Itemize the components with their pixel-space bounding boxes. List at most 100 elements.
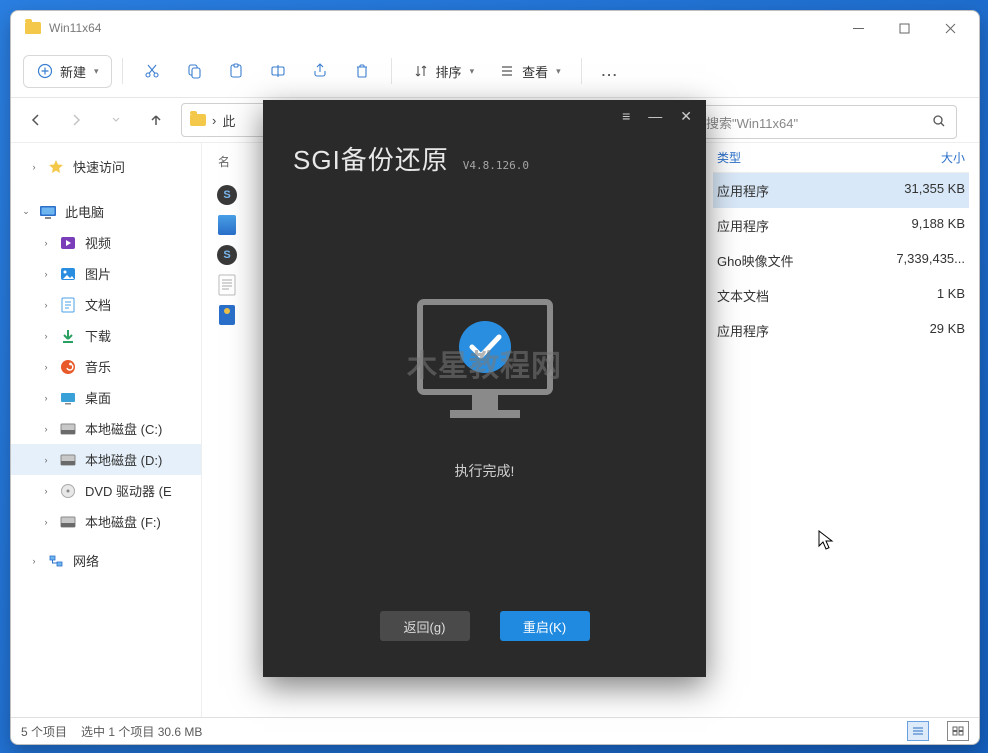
chevron-down-icon: ▾ (556, 66, 561, 77)
back-button[interactable]: 返回(g) (380, 611, 470, 641)
up-button[interactable] (141, 105, 171, 135)
sidebar-item[interactable]: ›音乐 (11, 351, 201, 382)
details-view-button[interactable] (907, 721, 929, 741)
paste-button[interactable] (217, 56, 255, 86)
star-icon (47, 159, 65, 175)
restart-button[interactable]: 重启(K) (500, 611, 590, 641)
plus-icon (36, 62, 54, 80)
back-button[interactable] (21, 105, 51, 135)
sidebar-item[interactable]: ›文档 (11, 289, 201, 320)
view-button[interactable]: 查看▾ (488, 56, 571, 87)
scissors-icon (143, 62, 161, 80)
sidebar-item[interactable]: ›本地磁盘 (D:) (11, 444, 201, 475)
sidebar-item[interactable]: ›桌面 (11, 382, 201, 413)
chevron-right-icon: › (41, 300, 51, 310)
new-button[interactable]: 新建 ▾ (23, 55, 112, 88)
item-icon (59, 452, 77, 468)
paste-icon (227, 62, 245, 80)
sidebar-item[interactable]: ›视频 (11, 227, 201, 258)
sidebar-item[interactable]: ›本地磁盘 (F:) (11, 506, 201, 537)
column-header-name[interactable]: 名 (216, 149, 230, 176)
item-icon (59, 235, 77, 251)
close-button[interactable] (927, 12, 973, 44)
network-icon (47, 553, 65, 569)
search-input[interactable]: 搜索"Win11x64" (695, 105, 957, 139)
recent-dropdown[interactable] (101, 105, 131, 135)
thumbs-view-button[interactable] (947, 721, 969, 741)
file-icon-app[interactable] (216, 214, 238, 236)
sidebar-network[interactable]: ›网络 (11, 545, 201, 576)
maximize-button[interactable] (881, 12, 927, 44)
chevron-right-icon: › (41, 517, 51, 527)
table-row[interactable]: 应用程序31,355 KB (713, 173, 969, 208)
item-icon (59, 421, 77, 437)
delete-button[interactable] (343, 56, 381, 86)
chevron-right-icon: › (41, 393, 51, 403)
sidebar-this-pc[interactable]: ⌄此电脑 (11, 196, 201, 227)
table-row[interactable]: 应用程序29 KB (713, 313, 969, 348)
status-text: 执行完成! (455, 461, 515, 481)
trash-icon (353, 62, 371, 80)
forward-button[interactable] (61, 105, 91, 135)
more-button[interactable]: ... (592, 58, 629, 85)
monitor-graphic: 木星教程网 (400, 292, 570, 435)
dialog-menu-button[interactable]: ≡ (622, 108, 630, 124)
file-icon-gho[interactable]: S (216, 244, 238, 266)
item-icon (59, 266, 77, 282)
rename-icon (269, 62, 287, 80)
sidebar: ›快速访问 ⌄此电脑 ›视频›图片›文档›下载›音乐›桌面›本地磁盘 (C:)›… (11, 143, 202, 717)
item-icon (59, 390, 77, 406)
table-row[interactable]: 应用程序9,188 KB (713, 208, 969, 243)
column-headers[interactable]: 类型 大小 (713, 143, 969, 173)
chevron-right-icon: › (29, 162, 39, 172)
header-size[interactable]: 大小 (879, 149, 965, 166)
minimize-button[interactable] (835, 12, 881, 44)
file-icon-text[interactable] (216, 274, 238, 296)
dialog-close-button[interactable]: ✕ (680, 108, 692, 125)
share-button[interactable] (301, 56, 339, 86)
breadcrumb-sep: › (212, 113, 216, 128)
chevron-right-icon: › (41, 331, 51, 341)
status-bar: 5 个项目 选中 1 个项目 30.6 MB (11, 717, 979, 744)
table-row[interactable]: Gho映像文件7,339,435... (713, 243, 969, 278)
sidebar-item[interactable]: ›DVD 驱动器 (E (11, 475, 201, 506)
sort-button[interactable]: 排序▾ (402, 56, 485, 87)
chevron-right-icon: › (41, 362, 51, 372)
pc-icon (39, 204, 57, 220)
chevron-right-icon: › (29, 556, 39, 566)
chevron-down-icon: ▾ (470, 66, 475, 77)
header-type[interactable]: 类型 (717, 149, 879, 166)
window-title: Win11x64 (49, 21, 101, 35)
item-icon (59, 514, 77, 530)
chevron-down-icon: ▾ (94, 66, 99, 77)
sidebar-item[interactable]: ›下载 (11, 320, 201, 351)
dialog-minimize-button[interactable]: — (648, 108, 662, 124)
detail-columns: 类型 大小 应用程序31,355 KB应用程序9,188 KBGho映像文件7,… (713, 143, 979, 717)
list-icon (498, 62, 516, 80)
folder-icon (25, 22, 41, 34)
chevron-right-icon: › (41, 424, 51, 434)
sidebar-quick-access[interactable]: ›快速访问 (11, 151, 201, 182)
sidebar-item[interactable]: ›本地磁盘 (C:) (11, 413, 201, 444)
item-icon (59, 359, 77, 375)
file-icon-app[interactable]: S (216, 184, 238, 206)
breadcrumb-segment[interactable]: 此 (222, 111, 235, 130)
sidebar-item[interactable]: ›图片 (11, 258, 201, 289)
share-icon (311, 62, 329, 80)
item-icon (59, 483, 77, 499)
rename-button[interactable] (259, 56, 297, 86)
chevron-right-icon: › (41, 269, 51, 279)
chevron-right-icon: › (41, 455, 51, 465)
sort-icon (412, 62, 430, 80)
table-row[interactable]: 文本文档1 KB (713, 278, 969, 313)
file-icon-app[interactable] (216, 304, 238, 326)
version-text: V4.8.126.0 (463, 159, 529, 172)
dialog-brand: SGI备份还原 V4.8.126.0 (263, 132, 706, 181)
cut-button[interactable] (133, 56, 171, 86)
titlebar: Win11x64 (11, 11, 979, 45)
search-placeholder: 搜索"Win11x64" (706, 113, 798, 132)
item-icon (59, 328, 77, 344)
chevron-down-icon: ⌄ (21, 206, 31, 217)
copy-button[interactable] (175, 56, 213, 86)
chevron-right-icon: › (41, 238, 51, 248)
